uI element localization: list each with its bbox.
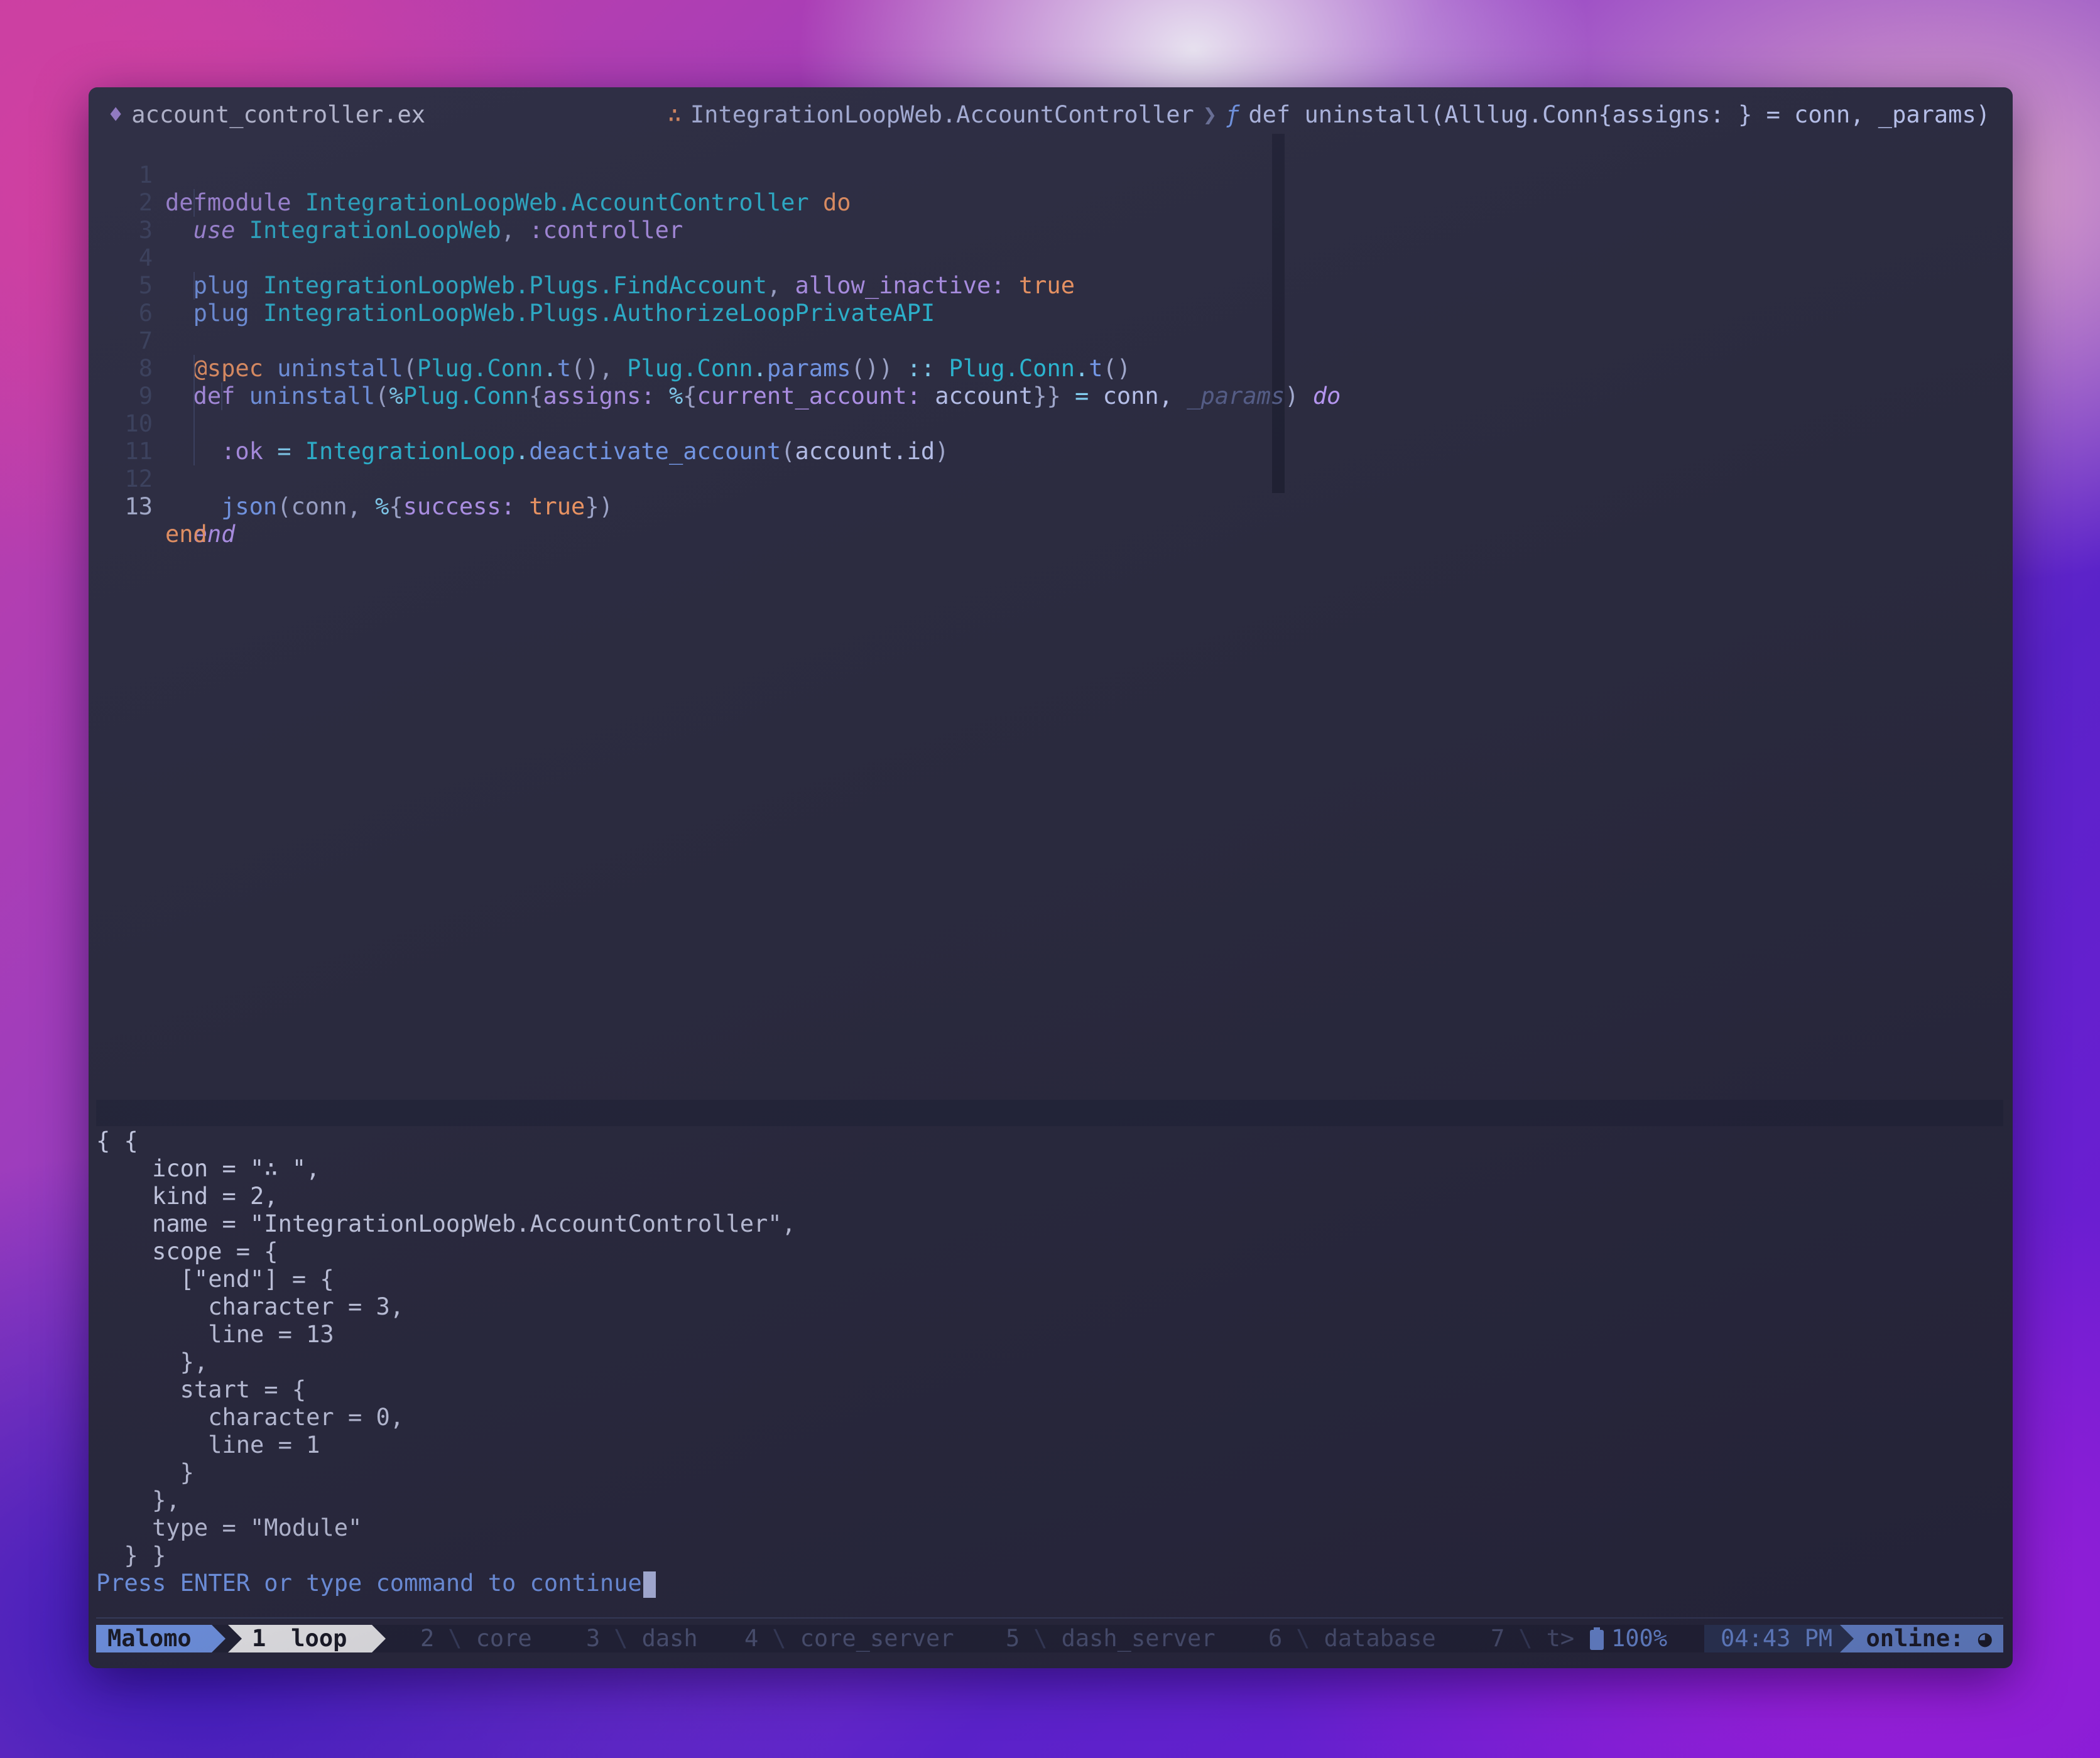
code-line: 11 json(conn, %{success: true}) — [89, 410, 2013, 520]
punctuation: { — [389, 493, 403, 520]
indent-guide — [193, 410, 195, 438]
output-line: }, — [96, 1348, 209, 1375]
battery-level: 100% — [1611, 1625, 1668, 1652]
window-separator-glyph: \ — [1033, 1625, 1048, 1652]
output-line: kind = 2, — [96, 1183, 278, 1210]
boolean: true — [529, 493, 585, 520]
window-index: 2 — [420, 1625, 435, 1652]
operator: % — [375, 493, 389, 520]
session-name[interactable]: Malomo — [96, 1625, 226, 1652]
battery-status: 100% — [1590, 1625, 1667, 1652]
window-tab-active[interactable]: 1 loop — [228, 1625, 386, 1652]
filename: account_controller.ex — [131, 101, 426, 128]
code-line: 6 — [89, 272, 2013, 327]
window-name: database — [1324, 1625, 1436, 1652]
code-line: 8 def uninstall(%Plug.Conn{assigns: %{cu… — [89, 327, 2013, 410]
output-line: { { — [96, 1127, 138, 1154]
punctuation: }) — [585, 493, 613, 520]
terminal-window: ♦ account_controller.ex ∴ IntegrationLoopW… — [89, 87, 2013, 1668]
message-output: { { icon = "∴ ", kind = 2, name = "Integ… — [96, 1127, 796, 1598]
battery-icon — [1590, 1627, 1604, 1650]
winbar: ♦ account_controller.ex ∴ IntegrationLoopW… — [89, 101, 2013, 129]
code-line: 4 plug IntegrationLoopWeb.Plugs.FindAcco… — [89, 217, 2013, 299]
elixir-file-icon: ♦ — [109, 101, 123, 128]
window-tab[interactable]: 6 \ database — [1268, 1625, 1436, 1652]
indent-guide — [193, 355, 195, 383]
code-line: 3 — [89, 189, 2013, 244]
code-line: 7 @spec uninstall(Plug.Conn.t(), Plug.Co… — [89, 300, 2013, 382]
output-line: ["end"] = { — [96, 1266, 334, 1293]
indent-guide — [193, 189, 195, 217]
window-tab[interactable]: 3 \ dash — [586, 1625, 698, 1652]
output-line: } } — [96, 1542, 166, 1569]
output-line: start = { — [96, 1376, 307, 1403]
continue-prompt: Press ENTER or type command to continue — [96, 1570, 642, 1597]
window-name: dash — [641, 1625, 698, 1652]
indent-guide — [193, 383, 195, 410]
clock: 04:43 PM — [1704, 1625, 1849, 1652]
code-line: 10 — [89, 383, 2013, 437]
keyword: end — [165, 521, 207, 548]
output-line: line = 1 — [96, 1431, 320, 1458]
window-separator-glyph: \ — [1296, 1625, 1310, 1652]
window-name: dash_server — [1061, 1625, 1216, 1652]
output-line: icon = "∴ ", — [96, 1155, 320, 1182]
output-line: character = 0, — [96, 1404, 405, 1431]
code-line: 5 plug IntegrationLoopWeb.Plugs.Authoriz… — [89, 244, 2013, 327]
output-line: name = "IntegrationLoopWeb.AccountContro… — [96, 1210, 796, 1237]
file-tab[interactable]: ♦ account_controller.ex — [109, 101, 425, 129]
window-name: core — [476, 1625, 532, 1652]
output-line: line = 13 — [96, 1321, 334, 1348]
punctuation: (conn, — [277, 493, 376, 520]
window-separator-glyph: \ — [614, 1625, 628, 1652]
text-cursor — [643, 1571, 656, 1598]
code-line: 2 use IntegrationLoopWeb, :controller — [89, 161, 2013, 244]
editor-buffer[interactable]: 1 defmodule IntegrationLoopWeb.AccountCo… — [89, 134, 2013, 548]
code-line: 9 :ok = IntegrationLoop.deactivate_accou… — [89, 355, 2013, 465]
module-icon: ∴ — [667, 101, 682, 128]
output-line: } — [96, 1459, 194, 1486]
online-status: online: ◕ — [1839, 1625, 2003, 1652]
window-tab[interactable]: 7 \ t> — [1491, 1625, 1574, 1652]
output-line: scope = { — [96, 1238, 278, 1265]
map-key: success: — [403, 493, 515, 520]
indent-guide — [193, 272, 195, 300]
window-separator-glyph: \ — [1518, 1625, 1533, 1652]
output-line: character = 3, — [96, 1293, 405, 1320]
window-separator — [96, 1100, 2003, 1126]
breadcrumb-module[interactable]: IntegrationLoopWeb.AccountController — [690, 101, 1194, 128]
breadcrumb: ∴ IntegrationLoopWeb.AccountController ❯ ƒ d… — [668, 101, 1990, 129]
status-divider — [96, 1617, 2003, 1619]
window-separator-glyph: \ — [448, 1625, 462, 1652]
window-separator-glyph: \ — [772, 1625, 786, 1652]
window-index: 5 — [1006, 1625, 1020, 1652]
window-index: 4 — [744, 1625, 759, 1652]
window-index: 7 — [1491, 1625, 1505, 1652]
code-line-current: 13 end — [89, 465, 2013, 548]
window-tab[interactable]: 2 \ core — [420, 1625, 532, 1652]
indent-guide — [193, 438, 195, 465]
window-index: 6 — [1268, 1625, 1283, 1652]
breadcrumb-separator-icon: ❯ — [1202, 101, 1217, 128]
window-index: 3 — [586, 1625, 601, 1652]
code-line: 12 end — [89, 438, 2013, 548]
code-line: 1 defmodule IntegrationLoopWeb.AccountCo… — [89, 134, 2013, 216]
indent-guide — [221, 383, 222, 410]
window-name: core_server — [800, 1625, 954, 1652]
tmux-status-bar: Malomo 1 loop 2 \ core 3 \ dash 4 \ core_server… — [96, 1617, 2003, 1652]
window-index: 1 — [252, 1625, 266, 1652]
command-line[interactable]: Press ENTER or type command to continue — [96, 1570, 796, 1598]
window-tab[interactable]: 5 \ dash_server — [1006, 1625, 1216, 1652]
output-line: }, — [96, 1487, 180, 1514]
function-name: json — [221, 493, 278, 520]
line-number-current: 13 — [124, 493, 153, 520]
function-icon: ƒ — [1226, 101, 1240, 128]
window-tab[interactable]: 4 \ core_server — [744, 1625, 954, 1652]
output-line: type = "Module" — [96, 1514, 362, 1541]
breadcrumb-function[interactable]: def uninstall(Alllug.Conn{assigns: } = c… — [1248, 101, 1990, 128]
window-name: loop — [291, 1625, 347, 1652]
window-name: t> — [1546, 1625, 1575, 1652]
